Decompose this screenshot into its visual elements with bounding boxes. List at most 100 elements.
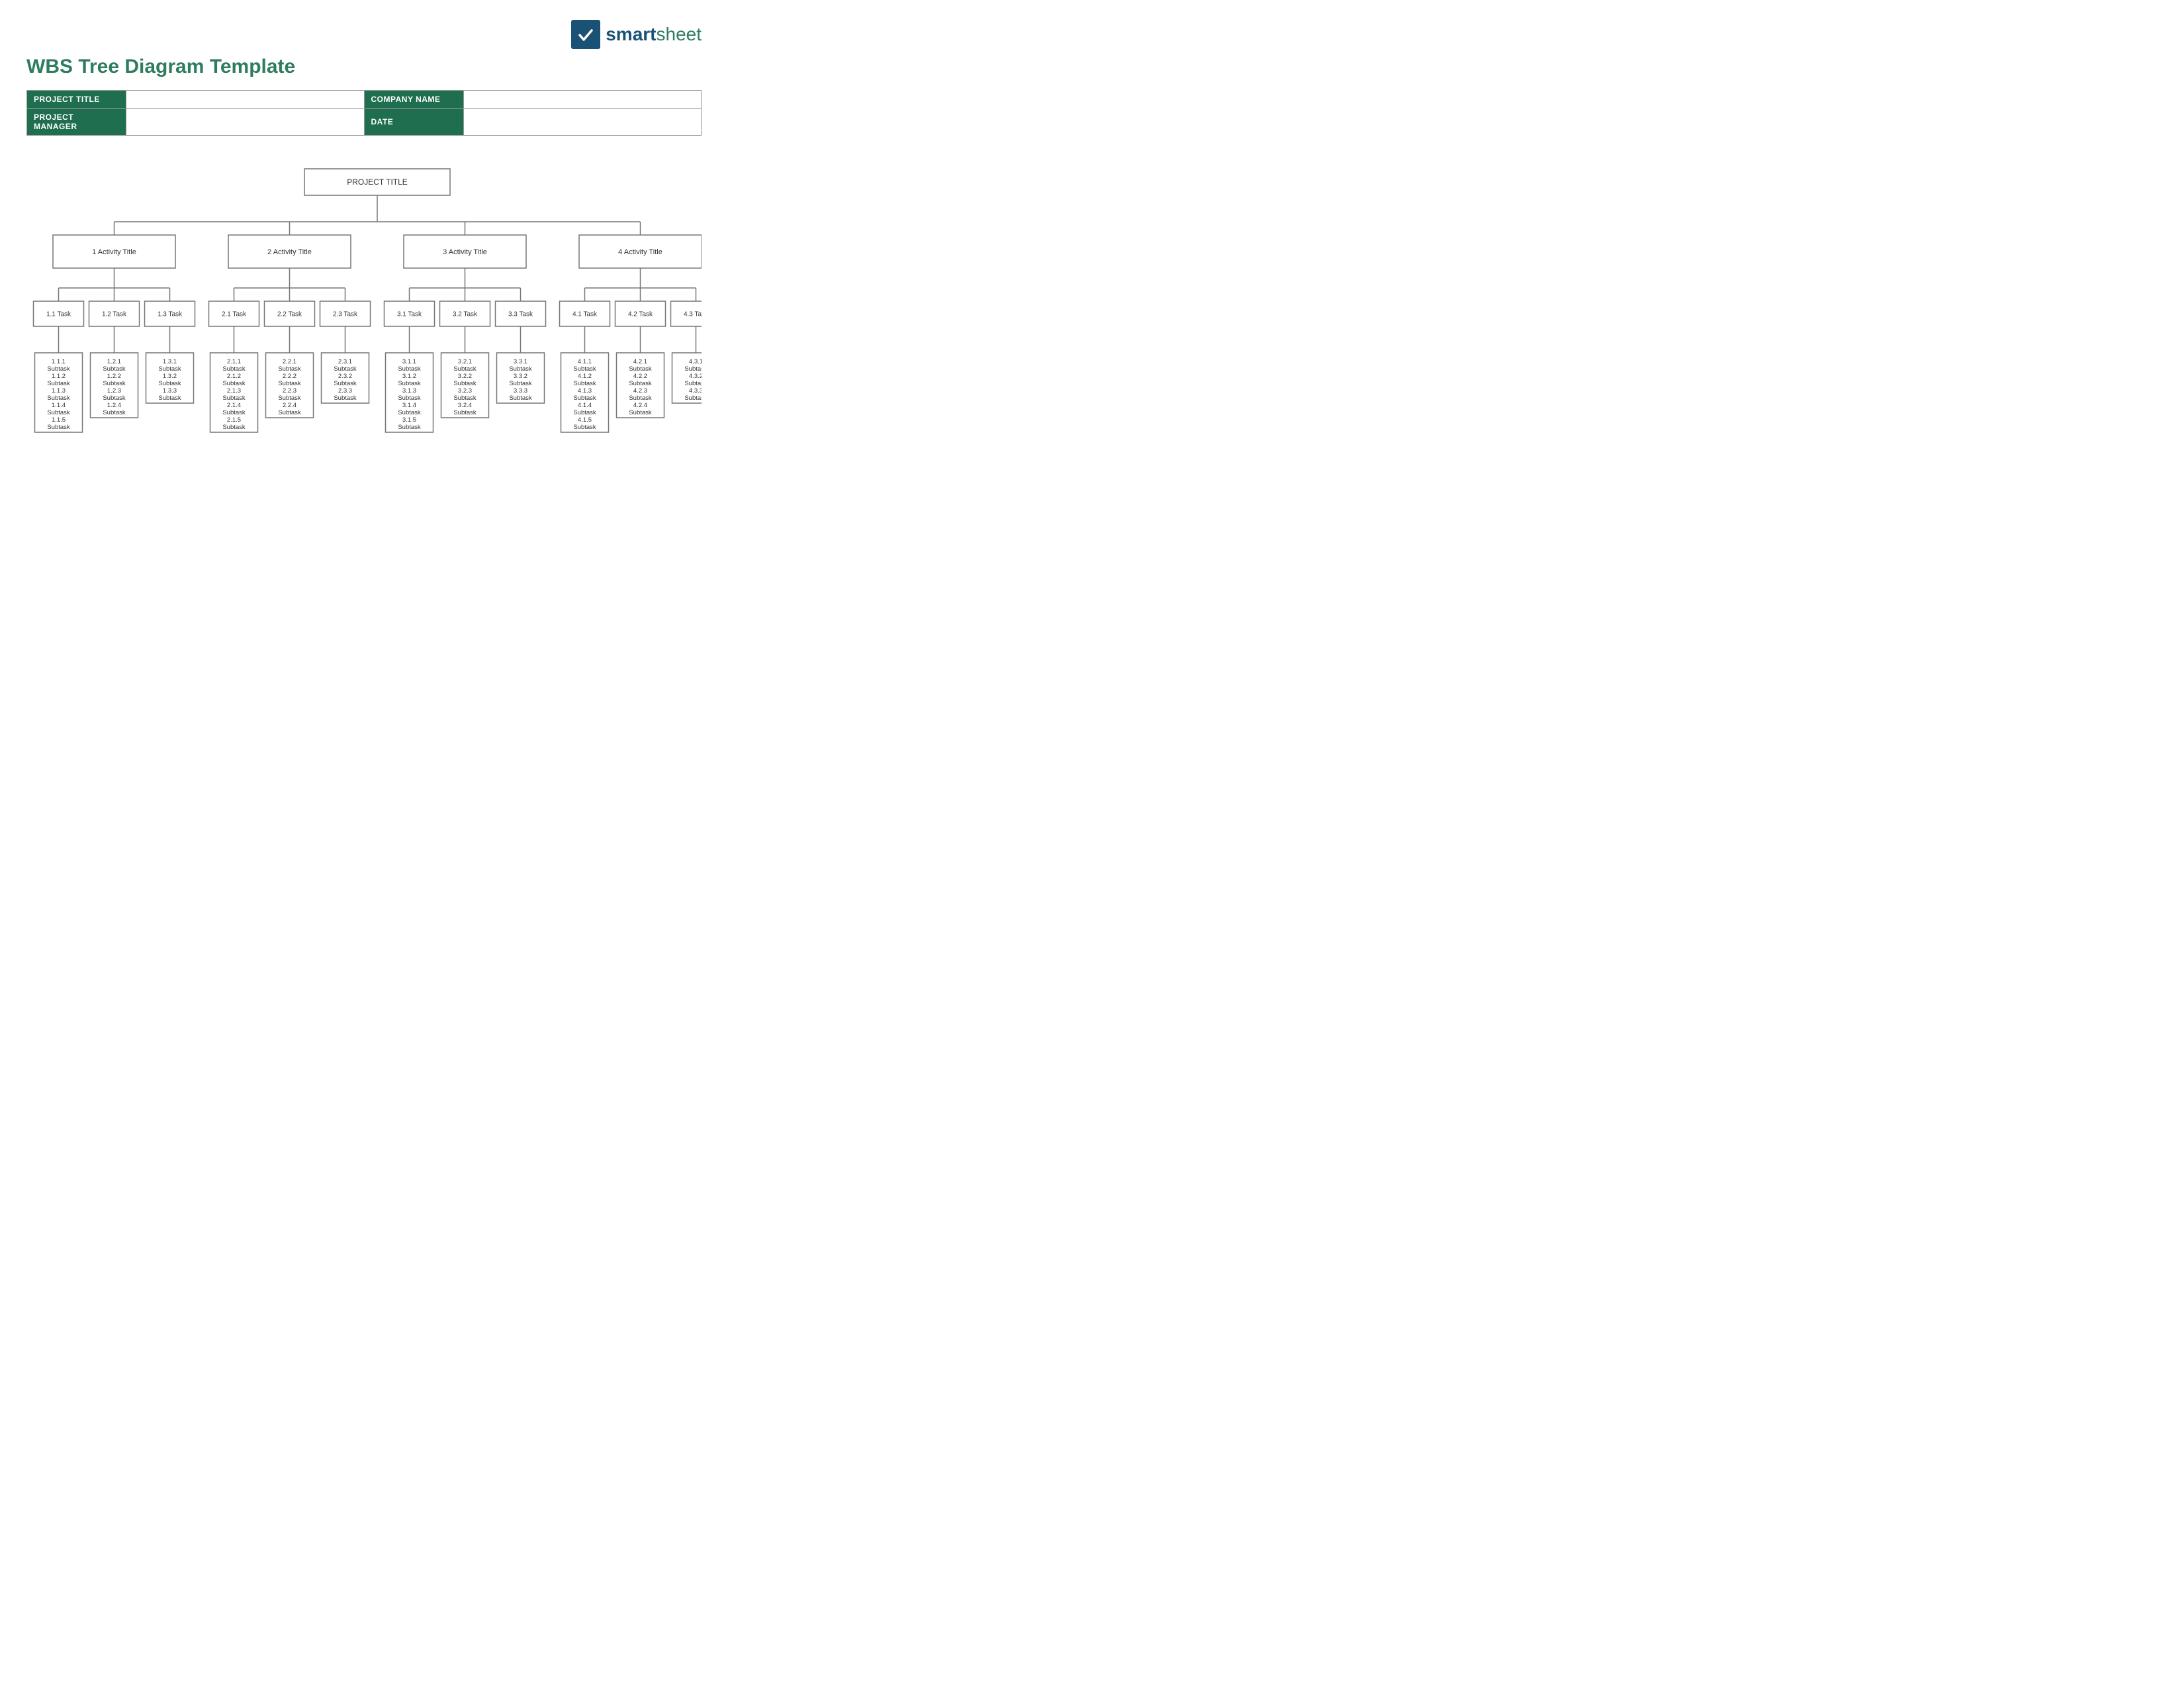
svg-text:Subtask: Subtask bbox=[398, 365, 421, 373]
svg-text:2.2.2: 2.2.2 bbox=[283, 373, 296, 380]
svg-text:Subtask: Subtask bbox=[278, 365, 301, 373]
svg-text:3.2.3: 3.2.3 bbox=[458, 387, 472, 395]
svg-text:2.3.1: 2.3.1 bbox=[338, 358, 352, 365]
svg-text:3.1.4: 3.1.4 bbox=[402, 402, 416, 409]
svg-text:2.1.1: 2.1.1 bbox=[227, 358, 241, 365]
svg-text:Subtask: Subtask bbox=[47, 365, 70, 373]
svg-text:1.1.3: 1.1.3 bbox=[52, 387, 66, 395]
svg-text:4.2 Task: 4.2 Task bbox=[628, 311, 653, 318]
svg-text:1.3.2: 1.3.2 bbox=[163, 373, 177, 380]
svg-text:Subtask: Subtask bbox=[684, 365, 702, 373]
svg-text:2.3.2: 2.3.2 bbox=[338, 373, 352, 380]
svg-text:Subtask: Subtask bbox=[158, 395, 181, 402]
project-manager-value bbox=[126, 109, 365, 136]
svg-text:PROJECT TITLE: PROJECT TITLE bbox=[347, 177, 408, 187]
logo-area: smartsheet bbox=[26, 20, 702, 49]
svg-text:Subtask: Subtask bbox=[509, 365, 532, 373]
svg-text:Subtask: Subtask bbox=[453, 409, 477, 416]
svg-text:Subtask: Subtask bbox=[453, 365, 477, 373]
svg-text:Subtask: Subtask bbox=[222, 395, 246, 402]
svg-text:1.2.3: 1.2.3 bbox=[107, 387, 121, 395]
svg-text:Subtask: Subtask bbox=[573, 365, 596, 373]
svg-text:4.1.5: 4.1.5 bbox=[578, 416, 592, 424]
svg-text:1.1.4: 1.1.4 bbox=[52, 402, 66, 409]
svg-text:4.2.4: 4.2.4 bbox=[633, 402, 647, 409]
svg-text:Subtask: Subtask bbox=[573, 380, 596, 387]
svg-text:Subtask: Subtask bbox=[629, 365, 652, 373]
svg-text:Subtask: Subtask bbox=[629, 380, 652, 387]
svg-text:3.2.1: 3.2.1 bbox=[458, 358, 472, 365]
svg-text:Subtask: Subtask bbox=[278, 409, 301, 416]
svg-text:Subtask: Subtask bbox=[47, 380, 70, 387]
svg-text:Subtask: Subtask bbox=[47, 424, 70, 431]
svg-text:2.2.1: 2.2.1 bbox=[283, 358, 296, 365]
svg-text:Subtask: Subtask bbox=[509, 395, 532, 402]
svg-text:3.1.2: 3.1.2 bbox=[402, 373, 416, 380]
svg-text:Subtask: Subtask bbox=[453, 380, 477, 387]
svg-text:Subtask: Subtask bbox=[47, 395, 70, 402]
project-manager-label: PROJECT MANAGER bbox=[27, 109, 126, 136]
svg-text:Subtask: Subtask bbox=[684, 395, 702, 402]
svg-text:4.2.1: 4.2.1 bbox=[633, 358, 647, 365]
svg-text:Subtask: Subtask bbox=[334, 395, 357, 402]
svg-text:2.3 Task: 2.3 Task bbox=[333, 311, 358, 318]
svg-text:Subtask: Subtask bbox=[398, 395, 421, 402]
svg-text:3.3.1: 3.3.1 bbox=[514, 358, 527, 365]
svg-text:Subtask: Subtask bbox=[158, 365, 181, 373]
svg-text:1.1.1: 1.1.1 bbox=[52, 358, 66, 365]
svg-text:Subtask: Subtask bbox=[222, 409, 246, 416]
svg-text:4.1.2: 4.1.2 bbox=[578, 373, 592, 380]
svg-text:Subtask: Subtask bbox=[103, 380, 126, 387]
svg-text:3.2 Task: 3.2 Task bbox=[453, 311, 478, 318]
svg-text:Subtask: Subtask bbox=[278, 380, 301, 387]
svg-text:1.3 Task: 1.3 Task bbox=[158, 311, 183, 318]
svg-text:Subtask: Subtask bbox=[47, 409, 70, 416]
svg-text:Subtask: Subtask bbox=[103, 395, 126, 402]
svg-text:2.2 Task: 2.2 Task bbox=[277, 311, 302, 318]
svg-text:1.1.5: 1.1.5 bbox=[52, 416, 66, 424]
tree-diagram: PROJECT TITLE 1 Activity Title 1.1 Task 1.1… bbox=[26, 156, 702, 565]
svg-text:Subtask: Subtask bbox=[398, 424, 421, 431]
svg-text:3.3 Task: 3.3 Task bbox=[508, 311, 533, 318]
svg-text:1.1 Task: 1.1 Task bbox=[46, 311, 71, 318]
svg-text:4.1.3: 4.1.3 bbox=[578, 387, 592, 395]
logo-sheet: sheet bbox=[657, 24, 702, 44]
svg-text:4.3.2: 4.3.2 bbox=[689, 373, 702, 380]
svg-text:Subtask: Subtask bbox=[398, 380, 421, 387]
svg-text:3.1.3: 3.1.3 bbox=[402, 387, 416, 395]
company-name-value bbox=[463, 91, 702, 109]
svg-text:Subtask: Subtask bbox=[103, 409, 126, 416]
svg-text:Subtask: Subtask bbox=[334, 380, 357, 387]
svg-text:1.2.2: 1.2.2 bbox=[107, 373, 121, 380]
svg-text:Subtask: Subtask bbox=[103, 365, 126, 373]
logo-text: smartsheet bbox=[606, 24, 702, 45]
svg-text:1 Activity Title: 1 Activity Title bbox=[92, 248, 136, 256]
svg-text:2.1.4: 2.1.4 bbox=[227, 402, 241, 409]
svg-text:Subtask: Subtask bbox=[398, 409, 421, 416]
smartsheet-logo: smartsheet bbox=[571, 20, 702, 49]
svg-text:4.2.3: 4.2.3 bbox=[633, 387, 647, 395]
svg-text:4.3.1: 4.3.1 bbox=[689, 358, 702, 365]
svg-text:3 Activity Title: 3 Activity Title bbox=[443, 248, 487, 256]
svg-text:2.1.2: 2.1.2 bbox=[227, 373, 241, 380]
date-value bbox=[463, 109, 702, 136]
svg-text:3.1 Task: 3.1 Task bbox=[397, 311, 422, 318]
svg-text:3.1.5: 3.1.5 bbox=[402, 416, 416, 424]
svg-text:Subtask: Subtask bbox=[573, 424, 596, 431]
svg-text:3.2.2: 3.2.2 bbox=[458, 373, 472, 380]
svg-text:3.3.2: 3.3.2 bbox=[514, 373, 527, 380]
svg-text:2.1.5: 2.1.5 bbox=[227, 416, 241, 424]
company-name-label: COMPANY NAME bbox=[364, 91, 463, 109]
svg-text:Subtask: Subtask bbox=[629, 395, 652, 402]
svg-text:2.2.4: 2.2.4 bbox=[283, 402, 296, 409]
svg-text:Subtask: Subtask bbox=[684, 380, 702, 387]
svg-text:Subtask: Subtask bbox=[222, 365, 246, 373]
svg-text:1.2.4: 1.2.4 bbox=[107, 402, 121, 409]
info-table: PROJECT TITLE COMPANY NAME PROJECT MANAG… bbox=[26, 90, 702, 136]
logo-smart: smart bbox=[606, 24, 656, 44]
svg-text:Subtask: Subtask bbox=[573, 395, 596, 402]
svg-text:1.3.3: 1.3.3 bbox=[163, 387, 177, 395]
svg-text:Subtask: Subtask bbox=[334, 365, 357, 373]
svg-text:Subtask: Subtask bbox=[222, 380, 246, 387]
project-title-label: PROJECT TITLE bbox=[27, 91, 126, 109]
